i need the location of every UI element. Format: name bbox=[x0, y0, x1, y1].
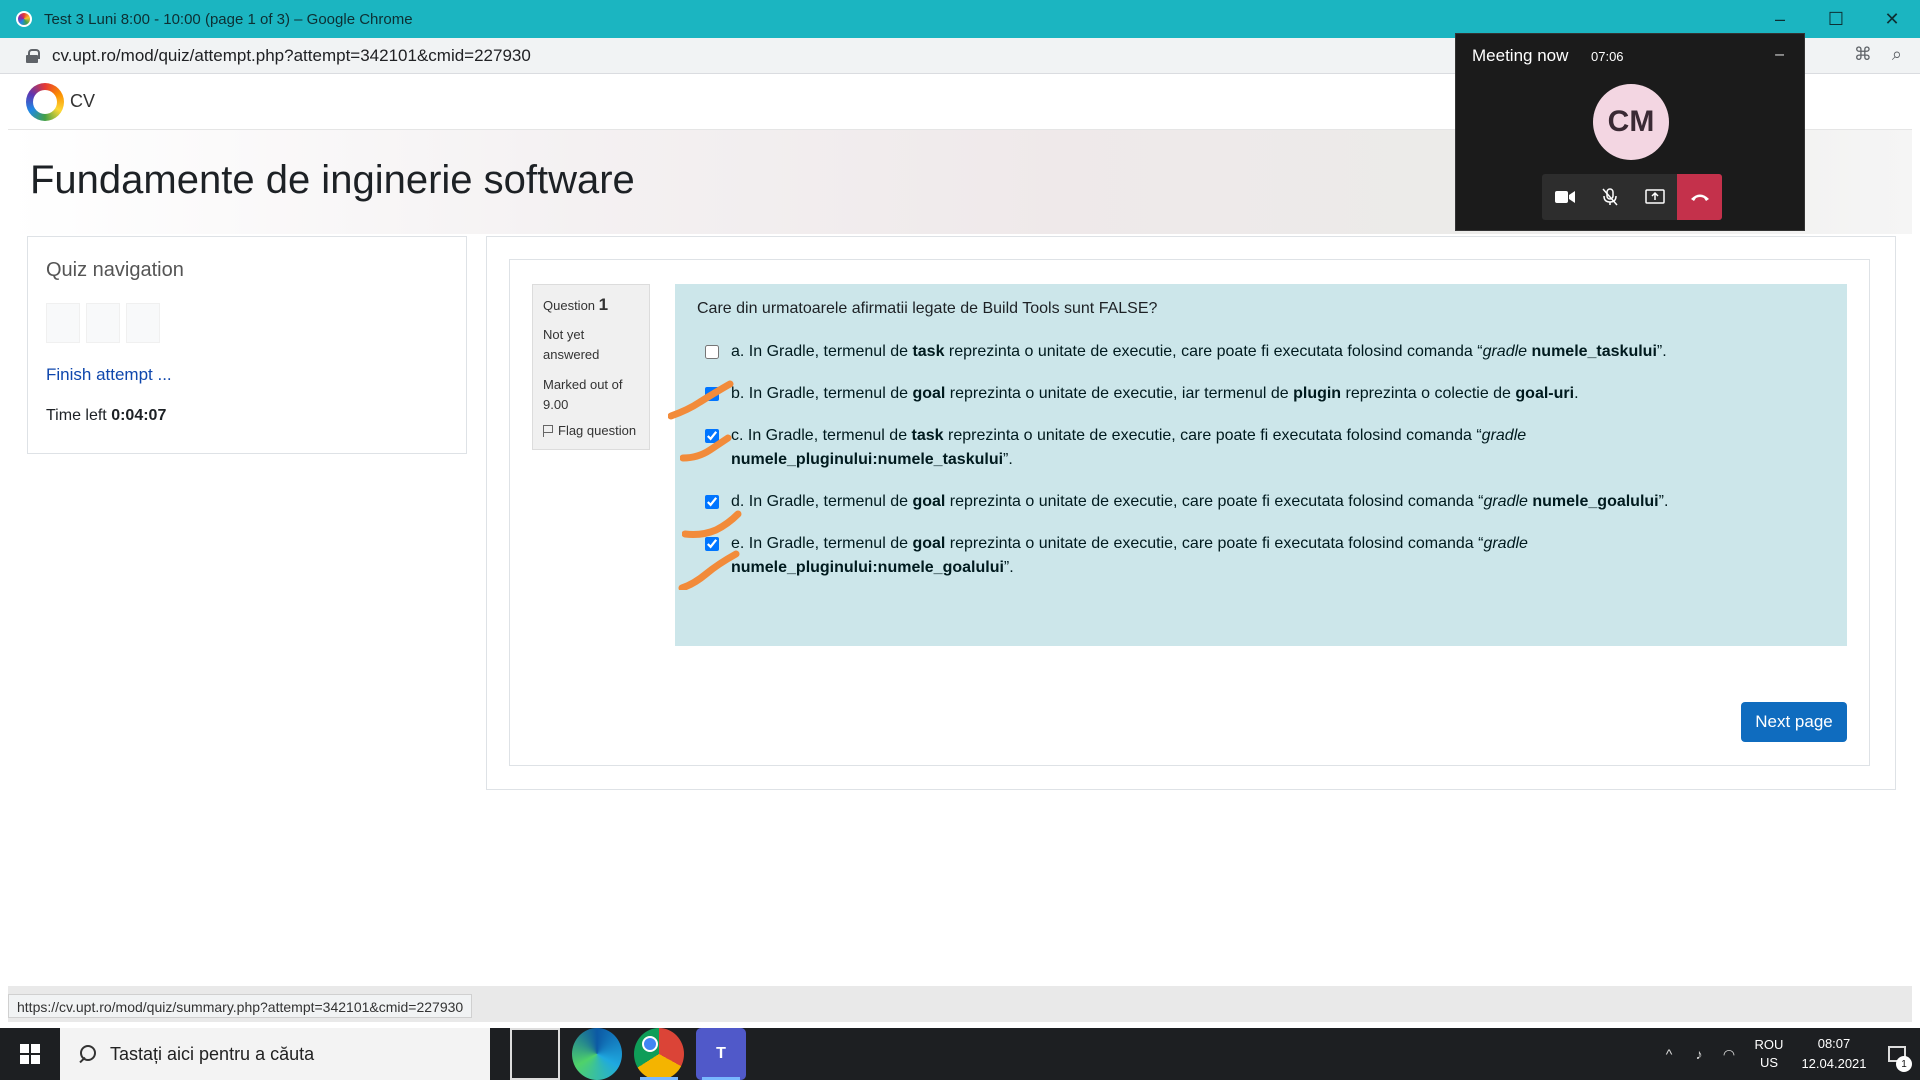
question-number: Question 1 bbox=[543, 295, 639, 315]
avatar: CM bbox=[1593, 84, 1669, 160]
site-favicon-icon bbox=[16, 11, 32, 27]
question-state: Not yet answered bbox=[543, 327, 600, 362]
question-label: Question bbox=[543, 298, 596, 313]
page-title: Fundamente de inginerie software bbox=[30, 158, 635, 202]
meeting-controls bbox=[1542, 174, 1722, 220]
check-mark-icon bbox=[680, 434, 732, 462]
windows-icon[interactable] bbox=[20, 1044, 40, 1064]
video-icon[interactable] bbox=[1542, 174, 1587, 220]
answer-option-e[interactable]: e. In Gradle, termenul de goal reprezint… bbox=[697, 532, 1825, 580]
finish-attempt-link[interactable]: Finish attempt ... bbox=[46, 365, 172, 385]
question-nav-buttons bbox=[46, 303, 160, 343]
answer-label-d[interactable]: d. In Gradle, termenul de goal reprezint… bbox=[731, 493, 1668, 510]
flag-icon[interactable] bbox=[543, 424, 553, 437]
status-url-bubble: https://cv.upt.ro/mod/quiz/summary.php?a… bbox=[8, 994, 473, 1018]
teams-app[interactable]: T bbox=[696, 1028, 746, 1080]
meeting-title: Meeting now bbox=[1472, 46, 1569, 65]
quiz-navigation-heading: Quiz navigation bbox=[46, 259, 184, 281]
answer-label-e[interactable]: e. In Gradle, termenul de goal reprezint… bbox=[731, 535, 1528, 576]
lock-icon[interactable] bbox=[26, 48, 40, 63]
share-screen-icon[interactable] bbox=[1632, 174, 1677, 220]
time-left: Time left 0:04:07 bbox=[46, 407, 166, 425]
clock[interactable]: 08:07 12.04.2021 bbox=[1794, 1034, 1874, 1074]
time-left-value: 0:04:07 bbox=[111, 407, 167, 424]
answer-checkbox-a[interactable] bbox=[705, 345, 719, 359]
edge-app[interactable] bbox=[572, 1028, 622, 1080]
chevron-up-icon[interactable]: ^ bbox=[1654, 1046, 1684, 1062]
task-view-button[interactable] bbox=[510, 1028, 560, 1080]
check-mark-icon bbox=[668, 380, 734, 420]
quiz-navigation-block: Quiz navigation Finish attempt ... Time … bbox=[27, 236, 467, 454]
language-indicator[interactable]: ROU US bbox=[1744, 1036, 1794, 1072]
answer-label-c[interactable]: c. In Gradle, termenul de task reprezint… bbox=[731, 427, 1526, 468]
edge-icon[interactable] bbox=[572, 1028, 622, 1080]
answer-option-c[interactable]: c. In Gradle, termenul de task reprezint… bbox=[697, 424, 1825, 472]
question-grade: Marked out of 9.00 bbox=[543, 377, 623, 412]
wifi-icon[interactable]: ◠ bbox=[1714, 1046, 1744, 1063]
question-formulation: Care din urmatoarele afirmatii legate de… bbox=[675, 284, 1847, 646]
clock-time: 08:07 bbox=[1817, 1036, 1851, 1051]
question-number-value: 1 bbox=[598, 295, 609, 314]
answer-label-a[interactable]: a. In Gradle, termenul de task reprezint… bbox=[731, 343, 1667, 360]
notification-center-button[interactable]: 1 bbox=[1874, 1028, 1920, 1080]
meeting-mini-window[interactable]: Meeting now 07:06 – CM bbox=[1455, 33, 1805, 231]
flag-question-label[interactable]: Flag question bbox=[558, 423, 636, 438]
answer-option-d[interactable]: d. In Gradle, termenul de goal reprezint… bbox=[697, 490, 1825, 514]
task-view-icon[interactable] bbox=[510, 1028, 560, 1080]
question-info: Question 1 Not yet answered Marked out o… bbox=[532, 284, 650, 450]
url-text[interactable]: cv.upt.ro/mod/quiz/attempt.php?attempt=3… bbox=[52, 46, 531, 66]
language-top: ROU bbox=[1754, 1037, 1784, 1052]
system-tray: ^ ♪ ◠ ROU US 08:07 12.04.2021 1 bbox=[1654, 1028, 1920, 1080]
close-icon[interactable]: ✕ bbox=[1864, 0, 1920, 38]
question-text: Care din urmatoarele afirmatii legate de… bbox=[697, 300, 1158, 317]
translate-icon[interactable]: ⌘ bbox=[1854, 44, 1872, 65]
answer-option-a[interactable]: a. In Gradle, termenul de task reprezint… bbox=[697, 340, 1825, 364]
question-nav-button[interactable] bbox=[46, 303, 80, 343]
start-button[interactable] bbox=[0, 1028, 60, 1080]
taskbar-apps: T bbox=[510, 1028, 746, 1080]
search-input[interactable]: Tastați aici pentru a căuta bbox=[110, 1044, 314, 1065]
maximize-icon[interactable]: ☐ bbox=[1808, 0, 1864, 38]
time-left-label: Time left bbox=[46, 407, 107, 424]
answer-label-b[interactable]: b. In Gradle, termenul de goal reprezint… bbox=[731, 385, 1579, 402]
clock-date: 12.04.2021 bbox=[1801, 1056, 1867, 1071]
volume-icon[interactable]: ♪ bbox=[1684, 1046, 1714, 1062]
site-logo-text[interactable]: CV bbox=[70, 91, 95, 112]
taskbar-search[interactable]: Tastați aici pentru a căuta bbox=[60, 1028, 490, 1080]
taskbar: Tastați aici pentru a căuta T ^ ♪ ◠ ROU … bbox=[0, 1028, 1920, 1080]
site-logo-icon[interactable] bbox=[26, 82, 64, 121]
language-bottom: US bbox=[1759, 1055, 1779, 1070]
search-icon[interactable] bbox=[78, 1045, 96, 1063]
check-mark-icon bbox=[682, 510, 742, 538]
mic-off-icon[interactable] bbox=[1587, 174, 1632, 220]
chrome-icon[interactable] bbox=[634, 1028, 684, 1080]
teams-icon[interactable]: T bbox=[696, 1028, 746, 1080]
hang-up-icon[interactable] bbox=[1677, 174, 1722, 220]
question-nav-button[interactable] bbox=[86, 303, 120, 343]
notification-badge: 1 bbox=[1896, 1056, 1912, 1072]
meeting-elapsed: 07:06 bbox=[1591, 49, 1624, 64]
check-mark-icon bbox=[678, 550, 740, 590]
zoom-icon[interactable]: ⌕ bbox=[1892, 44, 1902, 65]
question-nav-button[interactable] bbox=[126, 303, 160, 343]
chrome-app[interactable] bbox=[634, 1028, 684, 1080]
answer-option-b[interactable]: b. In Gradle, termenul de goal reprezint… bbox=[697, 382, 1825, 406]
meeting-minimize-icon[interactable]: – bbox=[1775, 46, 1784, 64]
window-title: Test 3 Luni 8:00 - 10:00 (page 1 of 3) –… bbox=[44, 10, 413, 28]
flag-question-button[interactable]: Flag question bbox=[543, 423, 639, 438]
next-page-button[interactable]: Next page bbox=[1741, 702, 1847, 742]
